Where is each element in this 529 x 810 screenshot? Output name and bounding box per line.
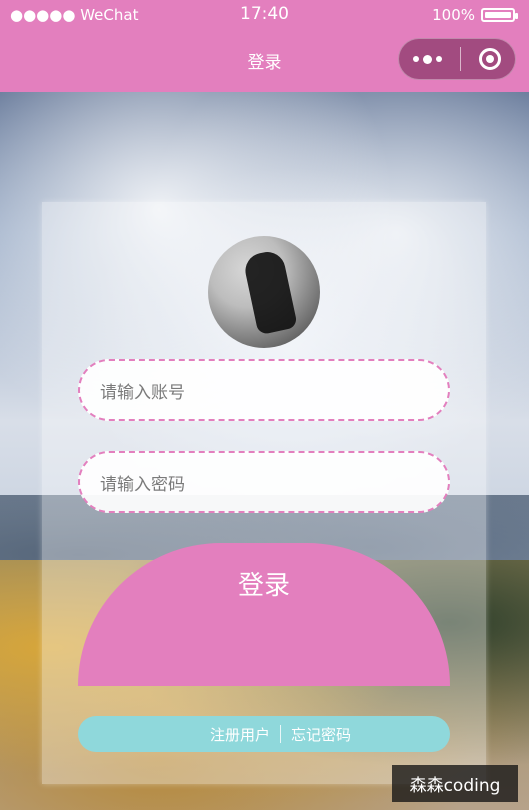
account-links: 注册用户 忘记密码 [78, 716, 450, 752]
password-placeholder: 请输入密码 [100, 474, 185, 495]
password-input[interactable]: 请输入密码 [78, 451, 450, 513]
more-dots-icon[interactable] [413, 54, 442, 64]
watermark: 森森coding [392, 765, 518, 802]
battery-icon [481, 8, 518, 22]
capsule-divider [460, 47, 461, 71]
wechat-capsule[interactable] [398, 38, 516, 80]
battery-percent: 100% [432, 6, 475, 24]
links-divider [279, 725, 281, 743]
login-button-label: 登录 [237, 571, 290, 601]
username-input[interactable]: 请输入账号 [78, 359, 450, 421]
forgot-password-link[interactable]: 忘记密码 [291, 724, 351, 745]
avatar-silhouette [242, 248, 298, 336]
battery-status: 100% [432, 6, 518, 24]
username-placeholder: 请输入账号 [100, 382, 185, 403]
register-link[interactable]: 注册用户 [210, 724, 270, 745]
watermark-text: 森森coding [409, 776, 501, 796]
status-bar: ●●●●● WeChat 17:40 100% [0, 0, 529, 30]
close-circle-icon[interactable] [479, 48, 501, 70]
avatar [208, 236, 320, 348]
top-bar: ●●●●● WeChat 17:40 100% 登录 [0, 0, 529, 92]
